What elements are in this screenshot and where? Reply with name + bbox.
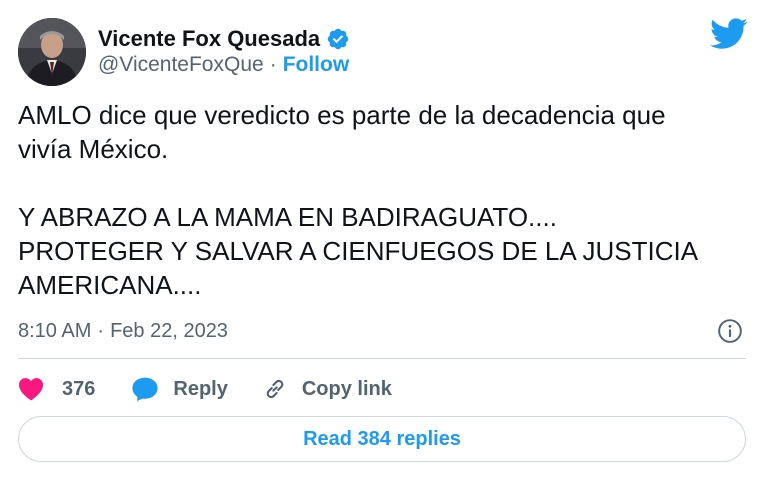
verified-badge-icon [327,28,349,50]
author-handle-row: @VicenteFoxQue · Follow [98,53,349,77]
link-icon [266,379,284,399]
reply-button[interactable]: Reply [131,376,228,402]
tweet-timestamp[interactable]: 8:10 AM · Feb 22, 2023 [18,317,228,345]
twitter-bird-icon[interactable] [710,18,748,50]
profile-photo [18,18,86,86]
tweet-paragraph: AMLO dice que veredicto es parte de la d… [18,100,666,164]
follow-link[interactable]: Follow [283,53,350,77]
read-replies-button[interactable]: Read 384 replies [18,416,746,462]
read-replies-label: Read 384 replies [303,427,461,450]
handle-separator: · [269,53,277,76]
reply-label: Reply [173,377,228,400]
author-display-name[interactable]: Vicente Fox Quesada [98,26,320,52]
tweet-actions: 376 Reply Copy link [18,372,392,406]
copy-link-button[interactable]: Copy link [262,376,392,402]
like-button[interactable]: 376 [18,377,95,401]
timestamp-separator: · [97,319,105,342]
author-handle[interactable]: @VicenteFoxQue [98,53,264,77]
tweet-text: AMLO dice que veredicto es parte de la d… [18,98,748,302]
copy-link-label: Copy link [301,377,392,400]
reply-bubble-icon [132,377,158,402]
like-count: 376 [62,377,96,400]
avatar[interactable] [18,18,86,86]
divider [18,358,746,359]
heart-icon [18,378,44,401]
tweet-paragraph: Y ABRAZO A LA MAMA EN BADIRAGUATO.... PR… [18,202,699,300]
info-icon[interactable] [717,318,743,344]
tweet-time: 8:10 AM [18,319,92,342]
author-name-row: Vicente Fox Quesada [98,24,350,54]
tweet-date: Feb 22, 2023 [110,319,228,342]
tweet-embed-card: Vicente Fox Quesada @VicenteFoxQue · Fol… [0,0,768,480]
